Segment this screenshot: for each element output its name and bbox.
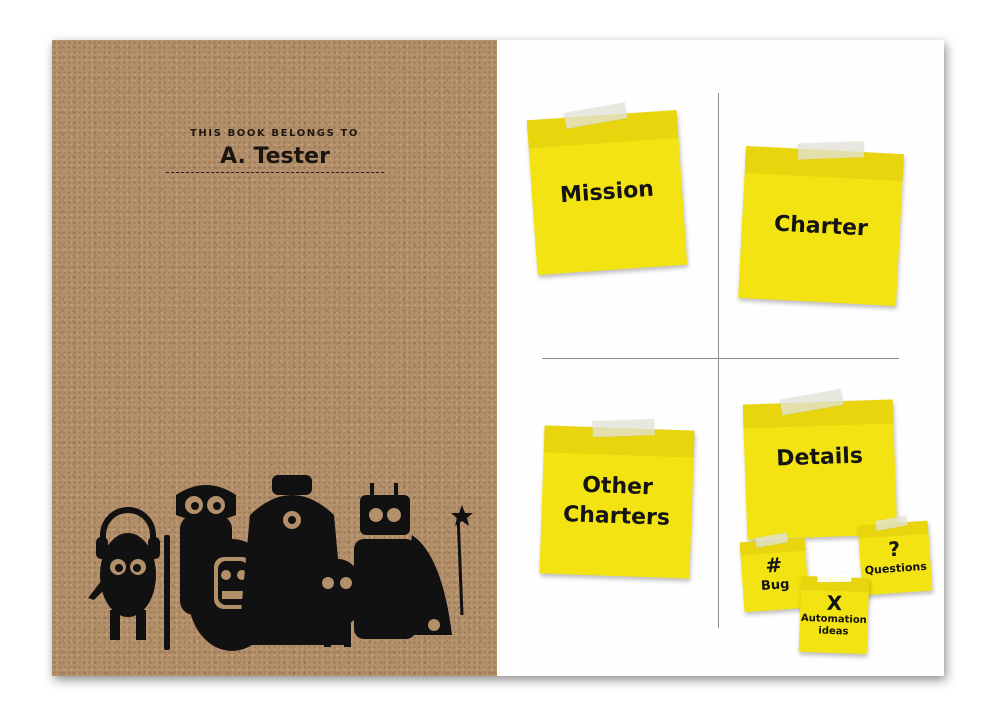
charters-label: Charters (562, 502, 671, 531)
charter-label: Charter (773, 211, 869, 241)
tape (817, 571, 852, 583)
owner-name-field: A. Tester (166, 142, 384, 173)
other-charters-sticky-note: Other Charters (539, 419, 695, 579)
tape (797, 141, 865, 160)
headphones-monster-icon (88, 507, 160, 640)
tape (779, 388, 844, 416)
mission-label: Mission (559, 176, 655, 209)
details-sticky-note: Details (742, 388, 898, 540)
charter-sticky-note: Charter (738, 141, 904, 307)
other-label: Other (581, 472, 654, 501)
tape (592, 419, 655, 438)
monster-characters-illustration (88, 475, 473, 651)
vertical-divider (718, 93, 719, 628)
hash-symbol: # (764, 552, 783, 578)
questions-label: Questions (864, 559, 928, 578)
mission-sticky-note: Mission (526, 102, 688, 276)
horizontal-divider (542, 358, 899, 359)
details-label: Details (775, 443, 864, 472)
x-symbol: X (826, 590, 843, 616)
belongs-to-label: THIS BOOK BELONGS TO (189, 128, 359, 139)
bug-label: Bug (760, 576, 790, 594)
wizard-monster-icon (402, 505, 473, 635)
notebook-spread: THIS BOOK BELONGS TO A. Tester Mission C… (52, 40, 944, 676)
tape (563, 102, 628, 129)
notes-page: Mission Charter Other Charters Details #… (497, 40, 944, 676)
automation-ideas-sticky-note: X Automation ideas (798, 571, 870, 655)
bug-sticky-note: # Bug (739, 532, 810, 613)
ideas-label: ideas (818, 625, 849, 638)
kraft-cover: THIS BOOK BELONGS TO A. Tester (52, 40, 497, 676)
